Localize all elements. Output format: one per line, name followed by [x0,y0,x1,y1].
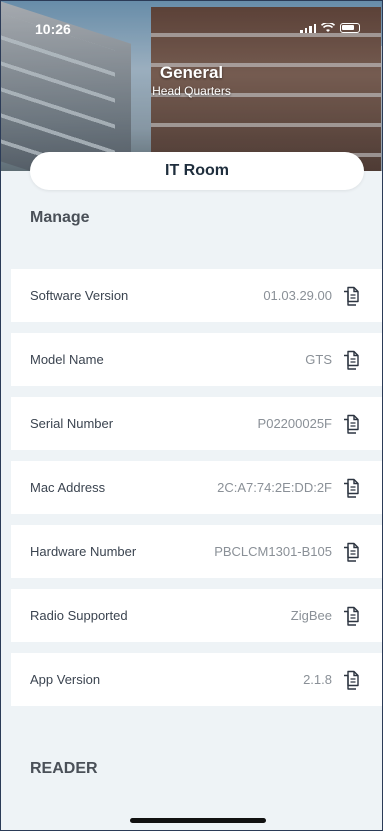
row-value: 01.03.29.00 [263,288,332,303]
copy-icon[interactable] [342,350,360,370]
copy-icon[interactable] [342,478,360,498]
row-label: Software Version [30,288,129,303]
row-label: Serial Number [30,416,114,431]
page-title: General [159,63,224,82]
home-indicator[interactable] [130,818,266,823]
page-subtitle: Head Quarters [152,84,231,98]
app-screen: 10:26 General Head Quarters IT Room Mana… [0,0,383,831]
copy-icon[interactable] [342,286,360,306]
info-row-app-version: App Version 2.1.8 [11,653,382,706]
copy-icon[interactable] [342,606,360,626]
row-label: App Version [30,672,101,687]
row-value: 2C:A7:74:2E:DD:2F [217,480,332,495]
signal-icon [300,23,316,33]
header-banner-image: 10:26 General Head Quarters [1,1,382,171]
room-name-pill[interactable]: IT Room [30,152,364,190]
battery-icon [340,23,360,33]
wifi-icon [320,21,336,33]
copy-icon[interactable] [342,542,360,562]
info-row-software-version: Software Version 01.03.29.00 [11,269,382,322]
device-info-list: Software Version 01.03.29.00 Model Name … [11,269,382,717]
row-value: GTS [305,352,332,367]
row-value: ZigBee [290,608,332,623]
row-value: PBCLCM1301-B105 [214,544,332,559]
info-row-radio-supported: Radio Supported ZigBee [11,589,382,642]
info-row-hardware-number: Hardware Number PBCLCM1301-B105 [11,525,382,578]
row-value: P02200025F [257,416,332,431]
row-label: Radio Supported [30,608,128,623]
row-label: Hardware Number [30,544,137,559]
row-value: 2.1.8 [303,672,332,687]
copy-icon[interactable] [342,414,360,434]
row-label: Mac Address [30,480,106,495]
copy-icon[interactable] [342,670,360,690]
status-time: 10:26 [35,21,71,37]
info-row-mac-address: Mac Address 2C:A7:74:2E:DD:2F [11,461,382,514]
info-row-model-name: Model Name GTS [11,333,382,386]
section-title-manage: Manage [30,209,90,226]
status-icons [300,21,360,33]
info-row-serial-number: Serial Number P02200025F [11,397,382,450]
row-label: Model Name [30,352,104,367]
section-title-reader: READER [30,760,98,777]
